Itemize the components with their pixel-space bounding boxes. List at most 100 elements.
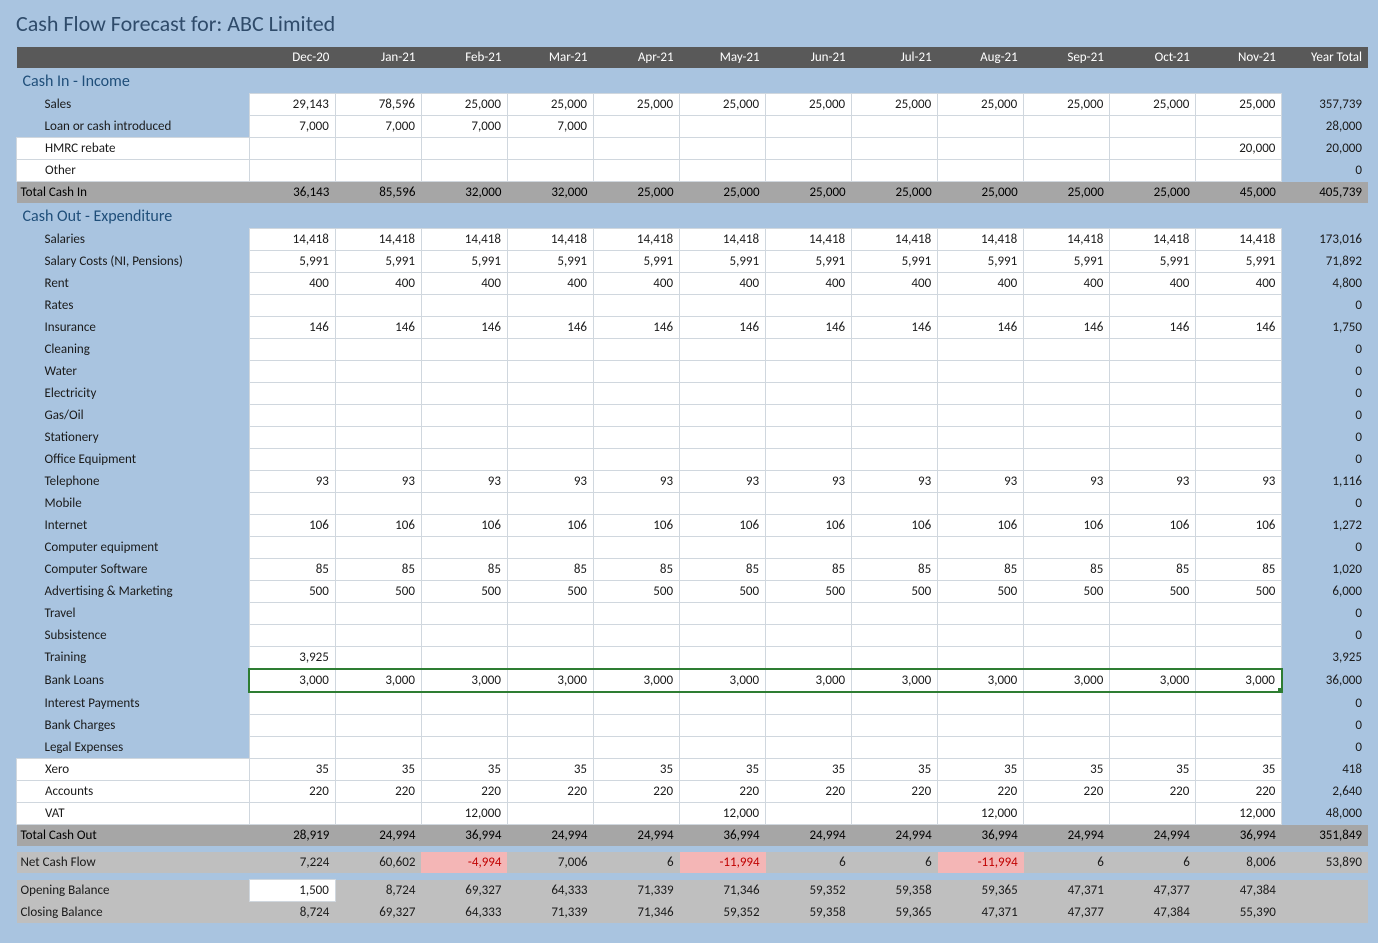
cell[interactable]: 25,000 [507,94,593,116]
cell[interactable] [1110,603,1196,625]
cell[interactable]: 400 [1196,273,1282,295]
cell[interactable] [766,295,852,317]
cash-out-row[interactable]: Computer Software85858585858585858585858… [17,559,1369,581]
cell[interactable] [938,295,1024,317]
cash-out-row[interactable]: Salary Costs (NI, Pensions)5,9915,9915,9… [17,251,1369,273]
cell[interactable]: 5,991 [1110,251,1196,273]
cell[interactable]: 7,000 [335,116,421,138]
cell[interactable]: 400 [852,273,938,295]
cell[interactable] [421,138,507,160]
cell[interactable] [1196,493,1282,515]
cell[interactable]: 3,000 [421,669,507,692]
cell[interactable] [1196,361,1282,383]
cell[interactable]: 7,000 [421,116,507,138]
cell[interactable] [938,625,1024,647]
cell[interactable]: 220 [1110,781,1196,803]
cell[interactable]: 25,000 [766,94,852,116]
cell[interactable] [594,715,680,737]
cell[interactable] [421,339,507,361]
cell[interactable] [766,803,852,825]
cell[interactable] [680,361,766,383]
cell[interactable]: 29,143 [249,94,335,116]
cell[interactable] [335,339,421,361]
cell[interactable] [938,692,1024,715]
cell[interactable] [852,803,938,825]
balance-cell[interactable]: 71,346 [680,880,766,902]
cell[interactable]: 146 [335,317,421,339]
cell[interactable] [1196,427,1282,449]
cell[interactable] [680,295,766,317]
cell[interactable] [852,295,938,317]
cell[interactable] [766,383,852,405]
cell[interactable] [335,493,421,515]
cell[interactable] [766,537,852,559]
cell[interactable] [1024,537,1110,559]
cell[interactable]: 85 [1110,559,1196,581]
cash-out-row[interactable]: Telephone9393939393939393939393931,116 [17,471,1369,493]
cell[interactable]: 500 [335,581,421,603]
cash-out-row[interactable]: Bank Loans3,0003,0003,0003,0003,0003,000… [17,669,1369,692]
cell[interactable]: 106 [594,515,680,537]
cashflow-table[interactable]: Dec-20Jan-21Feb-21Mar-21Apr-21May-21Jun-… [16,47,1368,923]
cell[interactable]: 7,000 [507,116,593,138]
cell[interactable]: 500 [1196,581,1282,603]
cell[interactable] [249,537,335,559]
cell[interactable] [766,647,852,670]
cell[interactable] [507,603,593,625]
cell[interactable] [507,405,593,427]
cell[interactable] [1196,692,1282,715]
cell[interactable]: 93 [1110,471,1196,493]
cell[interactable] [1110,692,1196,715]
cell[interactable]: 93 [1024,471,1110,493]
cell[interactable]: 25,000 [938,94,1024,116]
cell[interactable] [680,138,766,160]
cell[interactable] [507,537,593,559]
cell[interactable] [680,383,766,405]
cell[interactable] [421,537,507,559]
cell[interactable] [594,603,680,625]
cell[interactable] [421,737,507,759]
balance-cell[interactable]: 1,500 [249,880,335,902]
cell[interactable] [1024,692,1110,715]
cell[interactable] [1110,138,1196,160]
cell[interactable] [1024,493,1110,515]
cell[interactable]: 500 [852,581,938,603]
cell[interactable] [766,493,852,515]
cell[interactable] [594,295,680,317]
cell[interactable] [1110,625,1196,647]
cell[interactable] [680,449,766,471]
cash-out-row[interactable]: Insurance1461461461461461461461461461461… [17,317,1369,339]
cell[interactable]: 500 [594,581,680,603]
cell[interactable]: 14,418 [1110,229,1196,251]
cell[interactable]: 85 [594,559,680,581]
cell[interactable] [594,625,680,647]
cell[interactable] [1110,427,1196,449]
cell[interactable] [1024,449,1110,471]
cell[interactable] [335,449,421,471]
cell[interactable] [766,160,852,182]
cell[interactable] [938,405,1024,427]
cell[interactable] [852,138,938,160]
cash-out-row[interactable]: Training3,9253,925 [17,647,1369,670]
cell[interactable]: 3,925 [249,647,335,670]
cell[interactable] [249,603,335,625]
cell[interactable] [507,625,593,647]
cell[interactable]: 5,991 [938,251,1024,273]
cell[interactable] [1196,647,1282,670]
cell[interactable]: 400 [421,273,507,295]
cell[interactable] [1196,160,1282,182]
cell[interactable]: 106 [852,515,938,537]
cell[interactable] [680,116,766,138]
cell[interactable] [249,692,335,715]
cell[interactable]: 25,000 [852,94,938,116]
cell[interactable] [766,715,852,737]
cell[interactable] [249,160,335,182]
cell[interactable]: 146 [421,317,507,339]
cell[interactable] [1110,647,1196,670]
balance-cell[interactable]: 71,339 [594,880,680,902]
cell[interactable]: 3,000 [594,669,680,692]
cell[interactable]: 500 [766,581,852,603]
cell[interactable] [938,383,1024,405]
cell[interactable] [852,737,938,759]
cell[interactable]: 500 [421,581,507,603]
